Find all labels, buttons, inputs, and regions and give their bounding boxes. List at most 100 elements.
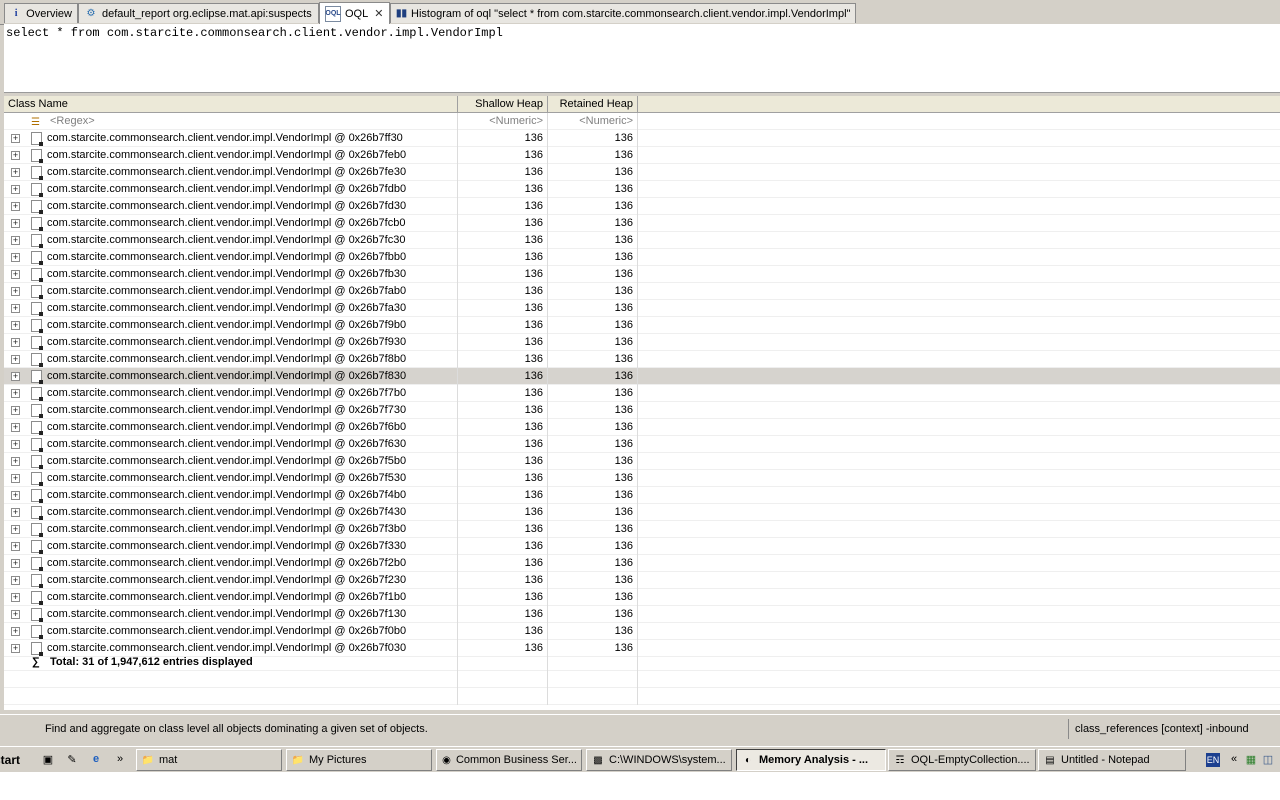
class-name-cell[interactable]: + com.starcite.commonsearch.client.vendor… [4, 606, 458, 623]
table-row[interactable]: + com.starcite.commonsearch.client.vendor… [4, 453, 1280, 470]
class-name-cell[interactable]: + com.starcite.commonsearch.client.vendor… [4, 436, 458, 453]
column-header-shallow-heap[interactable]: Shallow Heap [458, 96, 548, 112]
table-row[interactable]: + com.starcite.commonsearch.client.vendor… [4, 130, 1280, 147]
table-row[interactable]: + com.starcite.commonsearch.client.vendor… [4, 249, 1280, 266]
taskbar-button[interactable]: ▤ Untitled - Notepad [1038, 749, 1186, 771]
class-name-cell[interactable]: + com.starcite.commonsearch.client.vendor… [4, 419, 458, 436]
table-row[interactable]: + com.starcite.commonsearch.client.vendor… [4, 300, 1280, 317]
tab-histogram[interactable]: ▮▮ Histogram of oql "select * from com.s… [390, 3, 856, 23]
table-row[interactable]: + com.starcite.commonsearch.client.vendor… [4, 504, 1280, 521]
class-name-cell[interactable]: + com.starcite.commonsearch.client.vendor… [4, 623, 458, 640]
table-row[interactable]: + com.starcite.commonsearch.client.vendor… [4, 436, 1280, 453]
expand-icon[interactable]: + [11, 219, 20, 228]
regex-filter-input[interactable]: <Regex> [50, 113, 95, 129]
table-row[interactable]: + com.starcite.commonsearch.client.vendor… [4, 283, 1280, 300]
tab-default-report[interactable]: ⚙ default_report org.eclipse.mat.api:sus… [78, 3, 319, 23]
taskbar-button[interactable]: 📁 mat [136, 749, 282, 771]
expand-icon[interactable]: + [11, 457, 20, 466]
expand-icon[interactable]: + [11, 491, 20, 500]
table-row[interactable]: + com.starcite.commonsearch.client.vendor… [4, 623, 1280, 640]
close-icon[interactable]: ✕ [374, 7, 383, 20]
network-icon[interactable]: ◫ [1260, 753, 1276, 767]
class-name-cell[interactable]: + com.starcite.commonsearch.client.vendor… [4, 385, 458, 402]
table-row[interactable]: + com.starcite.commonsearch.client.vendor… [4, 266, 1280, 283]
class-name-cell[interactable]: + com.starcite.commonsearch.client.vendor… [4, 334, 458, 351]
expand-icon[interactable]: + [11, 270, 20, 279]
expand-icon[interactable]: + [11, 304, 20, 313]
taskbar-button[interactable]: ☶ OQL-EmptyCollection.... [888, 749, 1036, 771]
table-row[interactable]: + com.starcite.commonsearch.client.vendor… [4, 589, 1280, 606]
expand-icon[interactable]: + [11, 508, 20, 517]
class-name-cell[interactable]: + com.starcite.commonsearch.client.vendor… [4, 555, 458, 572]
table-row[interactable]: + com.starcite.commonsearch.client.vendor… [4, 521, 1280, 538]
expand-icon[interactable]: + [11, 423, 20, 432]
expand-icon[interactable]: + [11, 202, 20, 211]
expand-icon[interactable]: + [11, 440, 20, 449]
expand-icon[interactable]: + [11, 627, 20, 636]
notepad-quicklaunch-icon[interactable]: ✎ [64, 753, 80, 767]
table-row[interactable]: + com.starcite.commonsearch.client.vendor… [4, 419, 1280, 436]
class-name-cell[interactable]: + com.starcite.commonsearch.client.vendor… [4, 232, 458, 249]
expand-icon[interactable]: + [11, 168, 20, 177]
table-row[interactable]: + com.starcite.commonsearch.client.vendor… [4, 198, 1280, 215]
table-row[interactable]: + com.starcite.commonsearch.client.vendor… [4, 538, 1280, 555]
class-name-cell[interactable]: + com.starcite.commonsearch.client.vendor… [4, 538, 458, 555]
class-name-cell[interactable]: + com.starcite.commonsearch.client.vendor… [4, 470, 458, 487]
expand-icon[interactable]: + [11, 576, 20, 585]
table-row[interactable]: + com.starcite.commonsearch.client.vendor… [4, 402, 1280, 419]
shallow-filter-input[interactable]: <Numeric> [458, 113, 548, 130]
table-row[interactable]: + com.starcite.commonsearch.client.vendor… [4, 487, 1280, 504]
taskbar-button[interactable]: 📁 My Pictures [286, 749, 432, 771]
expand-icon[interactable]: + [11, 151, 20, 160]
tray-app-icon[interactable]: ▦ [1243, 753, 1259, 767]
table-row[interactable]: + com.starcite.commonsearch.client.vendor… [4, 232, 1280, 249]
taskbar-button[interactable]: ◉ Common Business Ser... [436, 749, 582, 771]
expand-icon[interactable]: + [11, 134, 20, 143]
class-name-cell[interactable]: + com.starcite.commonsearch.client.vendor… [4, 589, 458, 606]
taskbar-button[interactable]: ◐ Memory Analysis - ... [736, 749, 886, 771]
expand-icon[interactable]: + [11, 610, 20, 619]
table-row[interactable]: + com.starcite.commonsearch.client.vendor… [4, 215, 1280, 232]
table-row[interactable]: + com.starcite.commonsearch.client.vendor… [4, 385, 1280, 402]
class-name-cell[interactable]: + com.starcite.commonsearch.client.vendor… [4, 504, 458, 521]
oql-query-text[interactable]: select * from com.starcite.commonsearch.… [4, 24, 1280, 42]
expand-icon[interactable]: + [11, 593, 20, 602]
class-name-cell[interactable]: + com.starcite.commonsearch.client.vendor… [4, 300, 458, 317]
expand-icon[interactable]: + [11, 644, 20, 653]
class-name-cell[interactable]: + com.starcite.commonsearch.client.vendor… [4, 521, 458, 538]
language-indicator[interactable]: EN [1206, 753, 1220, 767]
oql-editor[interactable]: select * from com.starcite.commonsearch.… [4, 24, 1280, 93]
column-header-class-name[interactable]: Class Name [4, 96, 458, 112]
expand-icon[interactable]: + [11, 559, 20, 568]
tab-oql[interactable]: OQL OQL ✕ [319, 2, 390, 24]
table-row[interactable]: + com.starcite.commonsearch.client.vendor… [4, 555, 1280, 572]
expand-icon[interactable]: + [11, 321, 20, 330]
expand-icon[interactable]: + [11, 406, 20, 415]
class-name-cell[interactable]: + com.starcite.commonsearch.client.vendor… [4, 487, 458, 504]
retained-filter-input[interactable]: <Numeric> [548, 113, 638, 130]
table-row[interactable]: + com.starcite.commonsearch.client.vendor… [4, 351, 1280, 368]
internet-explorer-icon[interactable]: e [88, 753, 104, 767]
expand-icon[interactable]: + [11, 525, 20, 534]
table-row[interactable]: + com.starcite.commonsearch.client.vendor… [4, 606, 1280, 623]
table-row[interactable]: + com.starcite.commonsearch.client.vendor… [4, 334, 1280, 351]
expand-icon[interactable]: + [11, 236, 20, 245]
class-name-cell[interactable]: + com.starcite.commonsearch.client.vendor… [4, 249, 458, 266]
expand-icon[interactable]: + [11, 287, 20, 296]
class-name-cell[interactable]: + com.starcite.commonsearch.client.vendor… [4, 130, 458, 147]
class-name-cell[interactable]: + com.starcite.commonsearch.client.vendor… [4, 181, 458, 198]
class-name-cell[interactable]: + com.starcite.commonsearch.client.vendor… [4, 283, 458, 300]
class-name-cell[interactable]: + com.starcite.commonsearch.client.vendor… [4, 317, 458, 334]
start-button[interactable]: start [0, 749, 24, 771]
table-row[interactable]: + com.starcite.commonsearch.client.vendor… [4, 164, 1280, 181]
class-name-cell[interactable]: + com.starcite.commonsearch.client.vendor… [4, 147, 458, 164]
column-header-retained-heap[interactable]: Retained Heap [548, 96, 638, 112]
class-name-cell[interactable]: + com.starcite.commonsearch.client.vendor… [4, 402, 458, 419]
class-name-cell[interactable]: + com.starcite.commonsearch.client.vendor… [4, 368, 458, 385]
class-name-cell[interactable]: + com.starcite.commonsearch.client.vendor… [4, 351, 458, 368]
table-row[interactable]: + com.starcite.commonsearch.client.vendor… [4, 317, 1280, 334]
class-name-cell[interactable]: + com.starcite.commonsearch.client.vendor… [4, 266, 458, 283]
show-desktop-icon[interactable]: ▣ [40, 753, 56, 767]
class-name-cell[interactable]: + com.starcite.commonsearch.client.vendor… [4, 572, 458, 589]
expand-icon[interactable]: + [11, 474, 20, 483]
